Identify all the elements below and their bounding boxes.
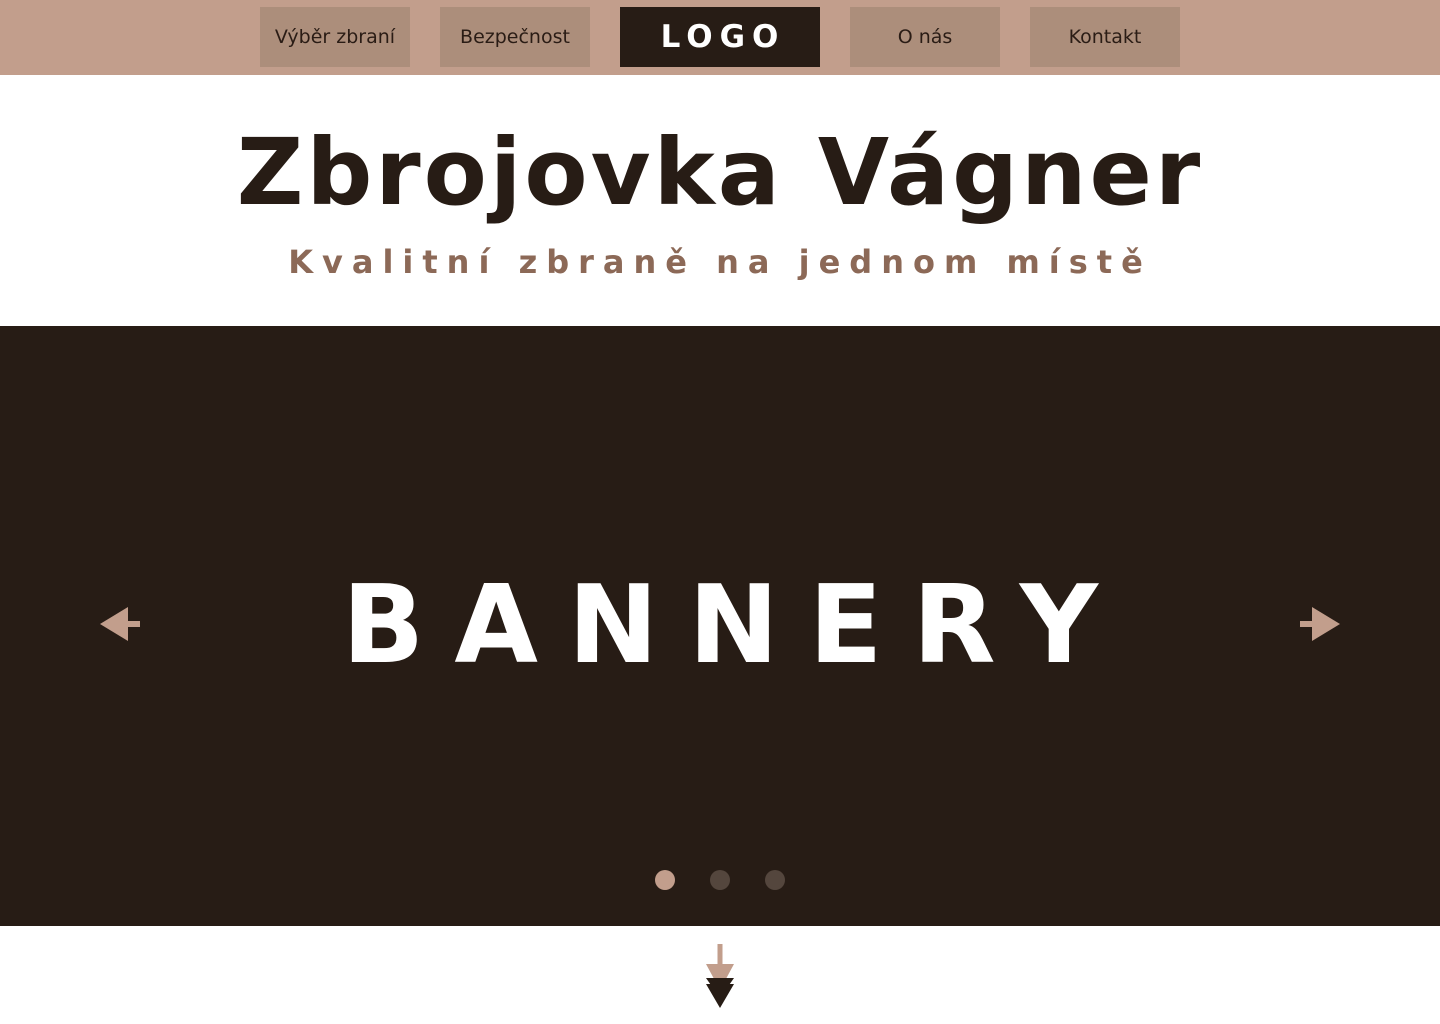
banner-text: BANNERY — [342, 563, 1128, 688]
page-subtitle: Kvalitní zbraně na jednom místě — [288, 243, 1152, 281]
logo[interactable]: LOGO — [620, 7, 820, 67]
scroll-down-icon[interactable] — [700, 942, 740, 1012]
carousel-dot-2[interactable] — [710, 870, 730, 890]
carousel-dots — [0, 870, 1440, 890]
nav-about-button[interactable]: O nás — [850, 7, 1000, 67]
nav-weapons-selection-button[interactable]: Výběr zbraní — [260, 7, 410, 67]
banner-carousel: BANNERY — [0, 326, 1440, 926]
top-navigation-bar: Výběr zbraní Bezpečnost LOGO O nás Konta… — [0, 0, 1440, 75]
carousel-dot-1[interactable] — [655, 870, 675, 890]
arrow-right-icon[interactable] — [1300, 606, 1340, 646]
carousel-dot-3[interactable] — [765, 870, 785, 890]
page-title: Zbrojovka Vágner — [236, 119, 1204, 226]
nav-contact-button[interactable]: Kontakt — [1030, 7, 1180, 67]
nav-safety-button[interactable]: Bezpečnost — [440, 7, 590, 67]
